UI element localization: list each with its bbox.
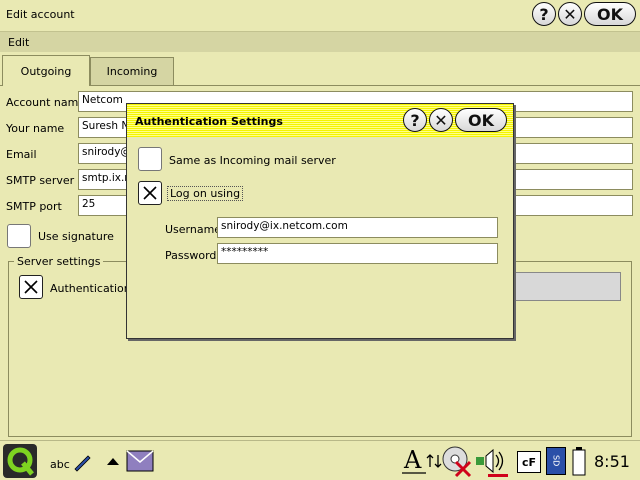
clock: 8:51 xyxy=(594,452,630,471)
check-x-icon xyxy=(143,186,157,200)
log-on-using-label: Log on using xyxy=(167,186,244,201)
tab-incoming[interactable]: Incoming xyxy=(90,57,174,85)
ok-button[interactable]: OK xyxy=(584,2,636,26)
authentication-label: Authentication xyxy=(50,282,131,295)
volume-icon[interactable] xyxy=(473,446,513,478)
mail-icon[interactable] xyxy=(126,449,154,473)
taskbar xyxy=(0,440,640,480)
window-title: Edit account xyxy=(6,8,75,21)
menubar: Edit xyxy=(0,31,640,52)
log-on-using-checkbox[interactable] xyxy=(138,181,162,205)
smtp-server-label: SMTP server xyxy=(6,174,75,187)
authentication-settings-button[interactable] xyxy=(512,272,621,301)
username-label: Username xyxy=(165,223,222,236)
cf-text: cF xyxy=(521,455,537,469)
account-name-label: Account name xyxy=(6,96,86,109)
password-label: Password xyxy=(165,249,217,262)
tab-outgoing[interactable]: Outgoing xyxy=(2,55,90,86)
abc-text: abc xyxy=(50,458,70,471)
help-icon: ? xyxy=(539,4,549,24)
cf-card-icon[interactable]: cF xyxy=(517,451,541,473)
dialog-ok-button[interactable]: OK xyxy=(455,108,507,132)
dialog-close-button[interactable]: ✕ xyxy=(429,108,453,132)
q-launcher-icon[interactable] xyxy=(3,444,37,478)
help-button[interactable]: ? xyxy=(532,2,556,26)
authentication-checkbox[interactable] xyxy=(19,275,43,299)
same-as-incoming-label: Same as Incoming mail server xyxy=(169,154,336,167)
help-icon: ? xyxy=(410,110,420,130)
close-button[interactable]: ✕ xyxy=(558,2,582,26)
server-settings-title: Server settings xyxy=(14,255,104,268)
authentication-dialog: Authentication Settings ? ✕ OK Same as I… xyxy=(126,103,514,339)
cd-icon[interactable] xyxy=(442,446,472,478)
same-as-incoming-checkbox[interactable] xyxy=(138,147,162,171)
email-label: Email xyxy=(6,148,37,161)
your-name-label: Your name xyxy=(6,122,65,135)
smtp-port-label: SMTP port xyxy=(6,200,62,213)
up-arrow-icon[interactable] xyxy=(106,456,120,466)
font-icon[interactable]: A xyxy=(400,446,428,476)
username-field[interactable]: snirody@ix.netcom.com xyxy=(217,217,498,238)
check-x-icon xyxy=(24,280,38,294)
password-field[interactable]: ********* xyxy=(217,243,498,264)
window-titlebar: Edit account ? ✕ OK xyxy=(0,0,640,30)
close-icon: ✕ xyxy=(563,4,577,24)
battery-icon[interactable] xyxy=(572,446,586,476)
pen-icon xyxy=(74,455,91,472)
dialog-help-button[interactable]: ? xyxy=(403,108,427,132)
sd-card-icon[interactable]: SD xyxy=(546,447,566,475)
network-icon[interactable] xyxy=(426,454,442,468)
close-icon: ✕ xyxy=(434,110,448,130)
ok-label: OK xyxy=(597,4,623,24)
dialog-title: Authentication Settings xyxy=(135,115,283,128)
use-signature-checkbox[interactable] xyxy=(7,224,31,248)
ok-label: OK xyxy=(468,110,494,130)
menu-edit[interactable]: Edit xyxy=(8,36,29,49)
handwriting-input-icon[interactable]: abc xyxy=(50,452,92,474)
q-launcher-glyph xyxy=(7,447,34,476)
sd-text: SD xyxy=(551,455,561,467)
dialog-titlebar: Authentication Settings ? ✕ OK xyxy=(127,104,513,137)
use-signature-label: Use signature xyxy=(38,230,114,243)
svg-text:A: A xyxy=(403,446,422,474)
